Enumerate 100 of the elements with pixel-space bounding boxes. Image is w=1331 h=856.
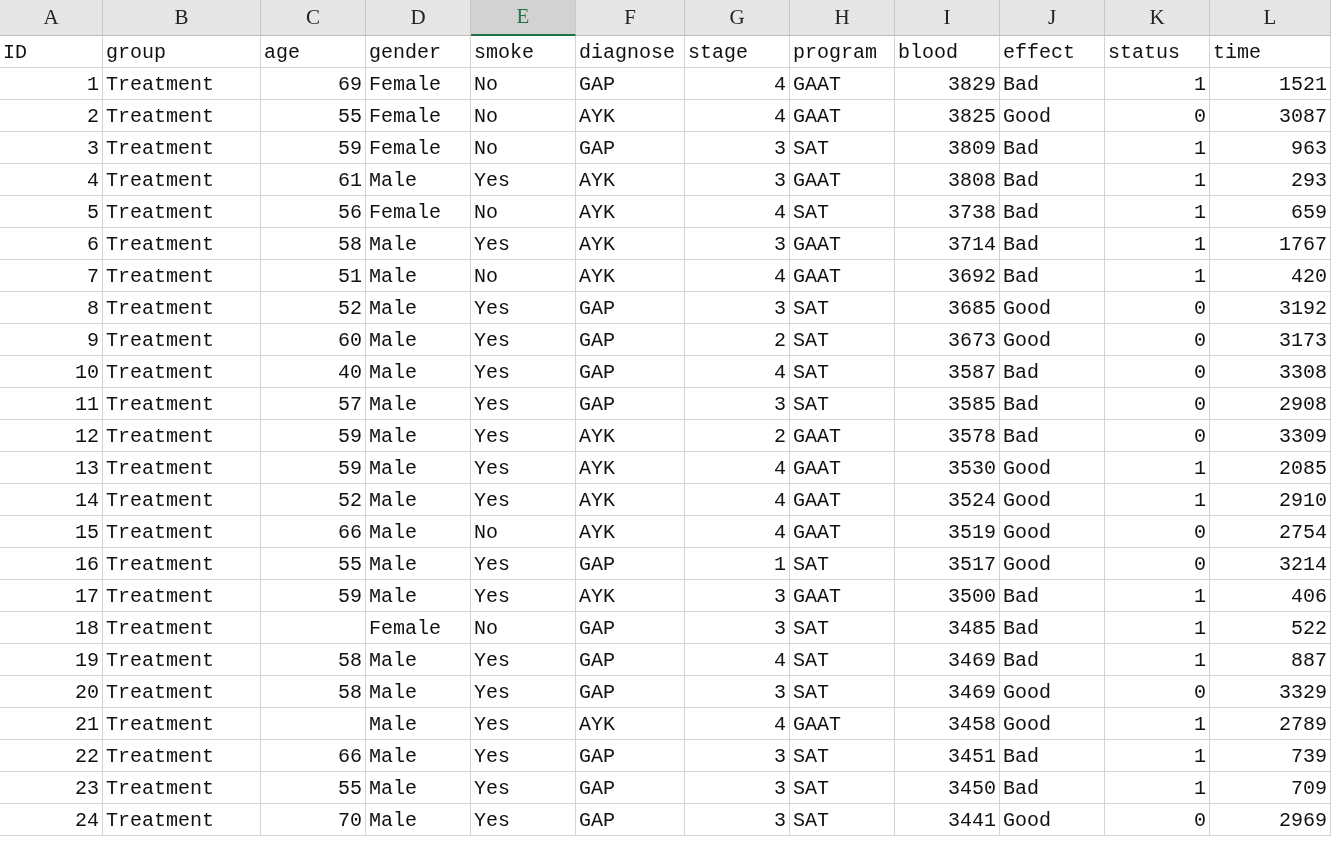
table-cell: group — [103, 36, 261, 68]
table-cell: 17 — [0, 580, 103, 612]
table-cell: AYK — [576, 580, 685, 612]
table-cell: 1 — [685, 548, 790, 580]
table-cell: 3519 — [895, 516, 1000, 548]
table-cell: 3 — [685, 388, 790, 420]
table-cell: 59 — [261, 420, 366, 452]
table-cell: 0 — [1105, 100, 1210, 132]
table-cell: 739 — [1210, 740, 1331, 772]
table-cell: GAAT — [790, 452, 895, 484]
column-header[interactable]: E — [471, 0, 576, 36]
table-cell: Male — [366, 324, 471, 356]
table-cell: Male — [366, 516, 471, 548]
table-cell: 22 — [0, 740, 103, 772]
table-cell: 2789 — [1210, 708, 1331, 740]
table-cell: Treatment — [103, 516, 261, 548]
table-cell: 15 — [0, 516, 103, 548]
table-cell: 2969 — [1210, 804, 1331, 836]
table-cell: program — [790, 36, 895, 68]
table-cell: 5 — [0, 196, 103, 228]
table-cell: 3530 — [895, 452, 1000, 484]
table-cell: GAAT — [790, 228, 895, 260]
table-cell: GAAT — [790, 484, 895, 516]
table-cell: Male — [366, 420, 471, 452]
table-cell: 55 — [261, 548, 366, 580]
column-header[interactable]: L — [1210, 0, 1331, 36]
table-cell: Male — [366, 484, 471, 516]
table-cell: 0 — [1105, 516, 1210, 548]
table-cell: GAAT — [790, 516, 895, 548]
table-cell: Treatment — [103, 740, 261, 772]
table-cell: 3829 — [895, 68, 1000, 100]
column-header[interactable]: C — [261, 0, 366, 36]
table-cell: 59 — [261, 580, 366, 612]
table-cell: 19 — [0, 644, 103, 676]
table-cell: 40 — [261, 356, 366, 388]
table-cell: 12 — [0, 420, 103, 452]
table-cell: 14 — [0, 484, 103, 516]
table-cell: GAAT — [790, 100, 895, 132]
table-cell: 4 — [0, 164, 103, 196]
table-cell: 1521 — [1210, 68, 1331, 100]
table-cell: 2 — [0, 100, 103, 132]
table-cell: 3524 — [895, 484, 1000, 516]
table-cell: 4 — [685, 708, 790, 740]
table-cell: AYK — [576, 228, 685, 260]
table-cell: 4 — [685, 196, 790, 228]
table-cell: GAAT — [790, 708, 895, 740]
table-cell: Bad — [1000, 132, 1105, 164]
column-header[interactable]: A — [0, 0, 103, 36]
table-cell: Yes — [471, 772, 576, 804]
table-cell: 1 — [1105, 452, 1210, 484]
column-header[interactable]: K — [1105, 0, 1210, 36]
table-cell: No — [471, 68, 576, 100]
table-cell: 23 — [0, 772, 103, 804]
table-cell: diagnose — [576, 36, 685, 68]
column-header[interactable]: J — [1000, 0, 1105, 36]
table-cell: 3578 — [895, 420, 1000, 452]
table-cell: Yes — [471, 356, 576, 388]
table-cell: smoke — [471, 36, 576, 68]
table-cell: Treatment — [103, 164, 261, 196]
table-cell: 1 — [1105, 164, 1210, 196]
table-cell: Yes — [471, 324, 576, 356]
column-header[interactable]: F — [576, 0, 685, 36]
table-cell: 3 — [685, 164, 790, 196]
table-cell: AYK — [576, 452, 685, 484]
table-cell: 0 — [1105, 548, 1210, 580]
table-cell: Yes — [471, 228, 576, 260]
table-cell: Treatment — [103, 100, 261, 132]
table-cell: 11 — [0, 388, 103, 420]
table-cell: No — [471, 516, 576, 548]
table-cell: AYK — [576, 260, 685, 292]
table-cell: 1 — [1105, 708, 1210, 740]
table-cell: 60 — [261, 324, 366, 356]
table-cell: 1 — [1105, 228, 1210, 260]
table-cell: 3808 — [895, 164, 1000, 196]
column-header[interactable]: G — [685, 0, 790, 36]
table-cell: Bad — [1000, 644, 1105, 676]
table-cell: SAT — [790, 804, 895, 836]
table-cell: Male — [366, 452, 471, 484]
table-cell: time — [1210, 36, 1331, 68]
table-cell: GAP — [576, 548, 685, 580]
column-header[interactable]: I — [895, 0, 1000, 36]
table-cell: 1767 — [1210, 228, 1331, 260]
table-cell: Female — [366, 196, 471, 228]
column-header[interactable]: H — [790, 0, 895, 36]
table-cell: 13 — [0, 452, 103, 484]
table-cell: AYK — [576, 164, 685, 196]
table-cell: Yes — [471, 740, 576, 772]
column-header[interactable]: D — [366, 0, 471, 36]
table-cell: 3451 — [895, 740, 1000, 772]
table-cell: 6 — [0, 228, 103, 260]
table-cell: Female — [366, 68, 471, 100]
table-cell: 3 — [0, 132, 103, 164]
table-cell: AYK — [576, 100, 685, 132]
table-cell: GAP — [576, 324, 685, 356]
column-header[interactable]: B — [103, 0, 261, 36]
table-cell: 3173 — [1210, 324, 1331, 356]
table-cell: 3458 — [895, 708, 1000, 740]
table-cell: SAT — [790, 612, 895, 644]
table-cell: 3 — [685, 676, 790, 708]
table-cell: 55 — [261, 772, 366, 804]
